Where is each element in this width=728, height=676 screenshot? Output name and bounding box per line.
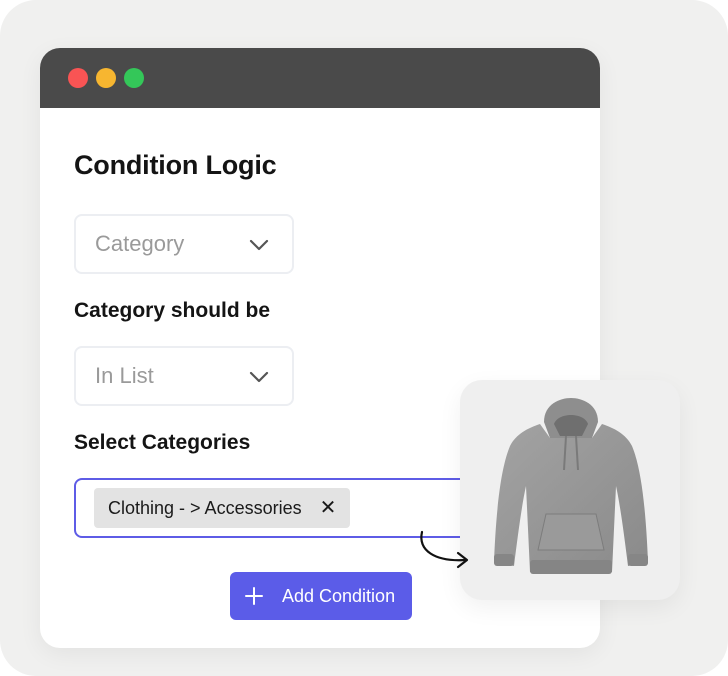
plus-icon [245, 587, 263, 605]
hoodie-image [494, 398, 648, 574]
chevron-down-icon [249, 371, 269, 383]
maximize-window-button[interactable] [124, 68, 144, 88]
category-tag-label: Clothing - > Accessories [108, 497, 302, 518]
condition-type-select[interactable]: Category [74, 214, 294, 274]
chevron-down-icon [249, 239, 269, 251]
add-condition-label: Add Condition [282, 585, 396, 606]
operator-value: In List [95, 363, 154, 388]
close-window-button[interactable] [68, 68, 88, 88]
add-condition-button[interactable]: Add Condition [230, 572, 412, 620]
curved-arrow-icon [420, 530, 469, 569]
select-categories-label: Select Categories [74, 431, 251, 454]
minimize-window-button[interactable] [96, 68, 116, 88]
operator-select[interactable]: In List [74, 346, 294, 406]
close-icon[interactable]: ✕ [320, 498, 337, 518]
product-preview-card [460, 380, 680, 600]
page-title: Condition Logic [74, 150, 277, 180]
category-tag: Clothing - > Accessories ✕ [94, 488, 351, 528]
operator-label: Category should be [74, 299, 271, 322]
window-titlebar [40, 48, 600, 108]
condition-type-value: Category [95, 231, 185, 256]
